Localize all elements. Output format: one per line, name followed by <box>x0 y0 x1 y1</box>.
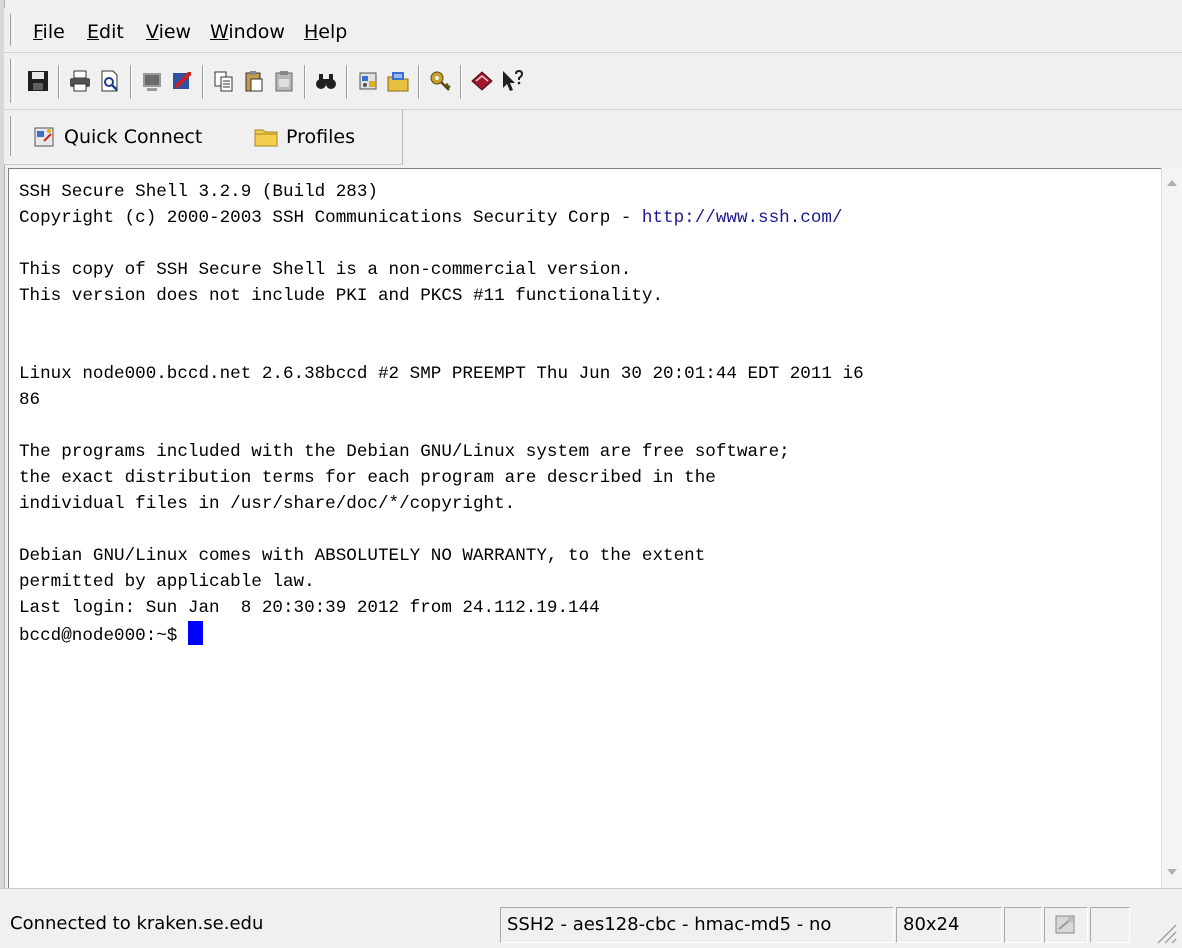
key-icon[interactable] <box>428 69 452 93</box>
terminal-line: the exact distribution terms for each pr… <box>19 468 716 488</box>
settings-icon[interactable] <box>356 69 380 93</box>
toolbar-separator <box>418 65 420 99</box>
terminal-pane[interactable]: SSH Secure Shell 3.2.9 (Build 283) Copyr… <box>8 168 1161 888</box>
connect-bar: Quick Connect Profiles <box>4 110 403 165</box>
terminal-size-status: 80x24 <box>896 907 1002 943</box>
terminal-line: individual files in /usr/share/doc/*/cop… <box>19 494 516 514</box>
connectbar-grip[interactable] <box>10 116 14 156</box>
connection-status: Connected to kraken.se.edu <box>10 913 264 934</box>
context-help-icon[interactable] <box>500 69 524 93</box>
paste-icon[interactable] <box>242 69 266 93</box>
folder-icon <box>254 129 278 147</box>
print-icon[interactable] <box>68 69 92 93</box>
menu-help[interactable]: Help <box>304 21 347 43</box>
find-icon[interactable] <box>314 69 338 93</box>
terminal-line: This version does not include PKI and PK… <box>19 286 664 306</box>
terminal-url: http://www.ssh.com/ <box>641 208 843 228</box>
toolbar-separator <box>130 65 132 99</box>
menubar-grip[interactable] <box>10 14 14 46</box>
terminal-prompt: bccd@node000:~$ <box>19 626 188 646</box>
resize-grip-icon[interactable] <box>1152 919 1178 945</box>
menu-edit[interactable]: Edit <box>87 21 124 43</box>
terminal-line: This copy of SSH Secure Shell is a non-c… <box>19 260 632 280</box>
status-panel-empty <box>1004 907 1042 943</box>
profile-settings-icon[interactable] <box>386 69 410 93</box>
terminal-line: SSH Secure Shell 3.2.9 (Build 283) <box>19 182 378 202</box>
profiles-label: Profiles <box>286 126 355 148</box>
menu-window[interactable]: Window <box>210 21 285 43</box>
terminal-line: Copyright (c) 2000-2003 SSH Communicatio… <box>19 208 642 228</box>
terminal-line: Linux node000.bccd.net 2.6.38bccd #2 SMP… <box>19 364 864 384</box>
copy-icon[interactable] <box>212 69 236 93</box>
lock-status-icon <box>1055 915 1075 934</box>
quick-connect-button[interactable]: Quick Connect <box>32 124 202 150</box>
cipher-status: SSH2 - aes128-cbc - hmac-md5 - no <box>500 907 894 943</box>
terminal-line: 86 <box>19 390 41 410</box>
save-icon[interactable] <box>26 69 50 93</box>
toolbar-separator <box>202 65 204 99</box>
print-preview-icon[interactable] <box>98 69 122 93</box>
toolbar-separator <box>304 65 306 99</box>
profiles-button[interactable]: Profiles <box>254 124 355 150</box>
toolbar-separator <box>460 65 462 99</box>
terminal-line: permitted by applicable law. <box>19 572 315 592</box>
new-terminal-icon[interactable] <box>140 69 164 93</box>
menu-bar: File Edit View Window Help <box>4 8 1182 53</box>
status-panel-empty <box>1090 907 1130 943</box>
menu-view[interactable]: View <box>146 21 191 43</box>
scroll-up-arrow-icon[interactable] <box>1167 180 1177 186</box>
vertical-scrollbar[interactable] <box>1161 168 1182 888</box>
quick-connect-icon <box>34 127 54 147</box>
terminal-line: Debian GNU/Linux comes with ABSOLUTELY N… <box>19 546 706 566</box>
quick-connect-label: Quick Connect <box>64 126 203 148</box>
terminal-output[interactable]: SSH Secure Shell 3.2.9 (Build 283) Copyr… <box>19 179 864 649</box>
toolbar-separator <box>346 65 348 99</box>
terminal-line: Last login: Sun Jan 8 20:30:39 2012 from… <box>19 598 600 618</box>
terminal-line: The programs included with the Debian GN… <box>19 442 790 462</box>
toolbar-separator <box>58 65 60 99</box>
toolbar-grip[interactable] <box>10 59 14 103</box>
status-bar: Connected to kraken.se.edu SSH2 - aes128… <box>0 888 1182 948</box>
paste-disabled-icon[interactable] <box>272 69 296 93</box>
terminal-cursor <box>187 621 203 645</box>
scroll-down-arrow-icon[interactable] <box>1167 869 1177 875</box>
encryption-status <box>1044 907 1088 943</box>
toolbar <box>4 53 1182 110</box>
new-file-transfer-icon[interactable] <box>170 69 194 93</box>
help-book-icon[interactable] <box>470 69 494 93</box>
menu-file[interactable]: File <box>33 21 65 43</box>
